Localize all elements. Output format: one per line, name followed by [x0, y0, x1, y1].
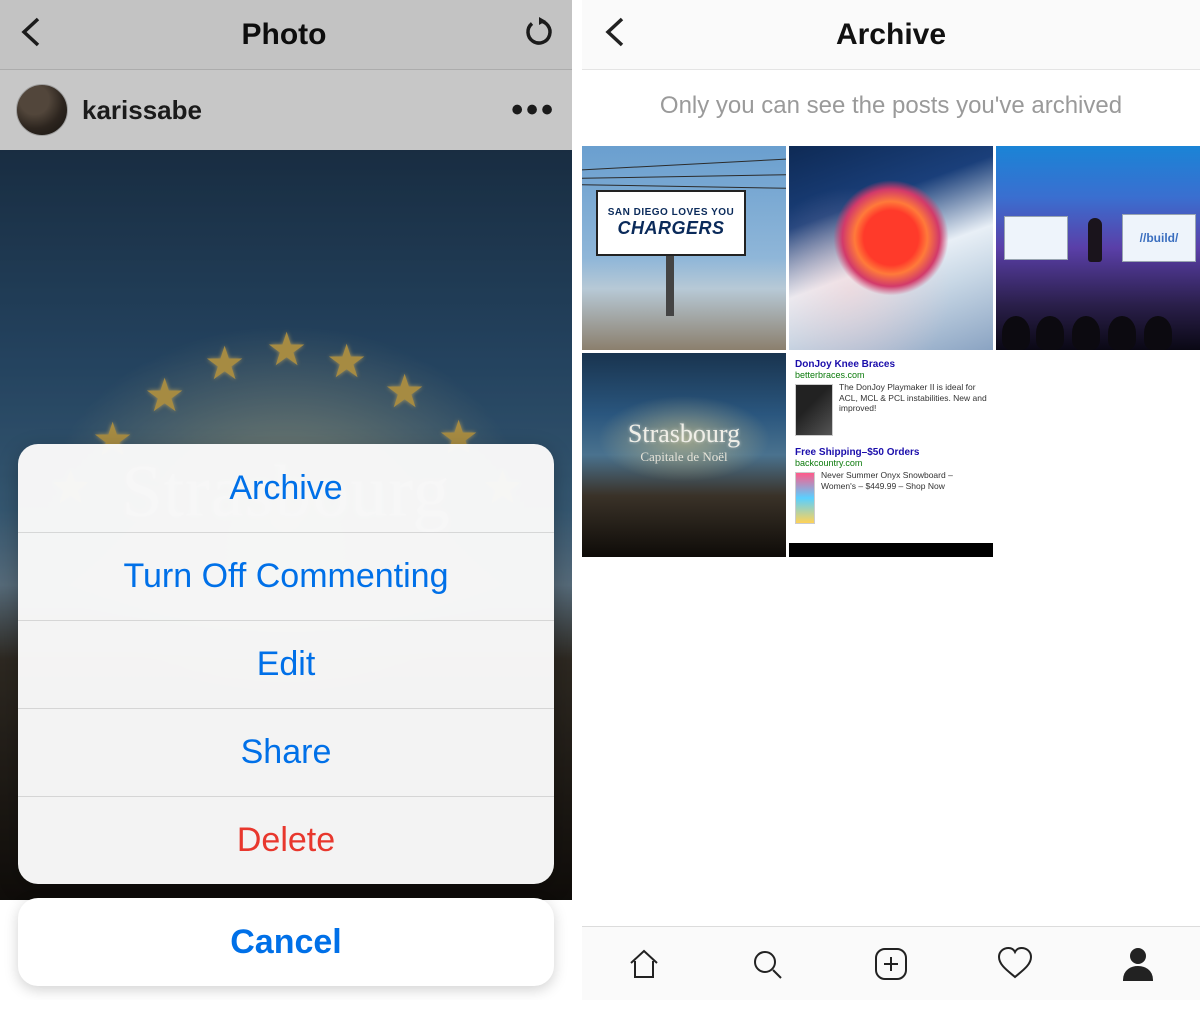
archive-thumb[interactable] [789, 146, 993, 350]
ad-title: Free Shipping–$50 Orders [795, 447, 987, 458]
archive-grid: SAN DIEGO LOVES YOU CHARGERS //build/ [582, 146, 1200, 557]
action-sheet: Archive Turn Off Commenting Edit Share D… [18, 444, 554, 986]
ad-title: DonJoy Knee Braces [795, 359, 987, 370]
edit-button[interactable]: Edit [18, 620, 554, 708]
archive-button[interactable]: Archive [18, 444, 554, 532]
delete-button[interactable]: Delete [18, 796, 554, 884]
archive-header-title: Archive [582, 18, 1200, 52]
billboard-graphic: SAN DIEGO LOVES YOU CHARGERS [596, 190, 746, 256]
archive-thumb[interactable]: Strasbourg Capitale de Noël [582, 353, 786, 557]
cancel-button[interactable]: Cancel [18, 898, 554, 986]
ad-desc: Never Summer Onyx Snowboard – Women's – … [821, 470, 987, 491]
search-icon[interactable] [747, 944, 787, 984]
home-icon[interactable] [624, 944, 664, 984]
archive-hint-text: Only you can see the posts you've archiv… [582, 70, 1200, 146]
archive-thumb[interactable]: //build/ [996, 146, 1200, 350]
thumb-overlay-text: Strasbourg [582, 419, 786, 449]
stage-screen-text: //build/ [1140, 231, 1179, 245]
bottom-nav [582, 926, 1200, 1000]
archive-screen: Archive Only you can see the posts you'v… [582, 0, 1200, 1000]
photo-screen: Photo karissabe ••• ★ ★ ★ ★ [0, 0, 582, 1000]
action-sheet-group: Archive Turn Off Commenting Edit Share D… [18, 444, 554, 884]
activity-heart-icon[interactable] [995, 944, 1035, 984]
ad-url: betterbraces.com [795, 370, 987, 380]
billboard-line2: CHARGERS [617, 218, 724, 239]
profile-icon[interactable] [1118, 944, 1158, 984]
share-button[interactable]: Share [18, 708, 554, 796]
archive-thumb[interactable]: SAN DIEGO LOVES YOU CHARGERS [582, 146, 786, 350]
ad-desc: The DonJoy Playmaker II is ideal for ACL… [839, 382, 987, 414]
archive-topbar: Archive [582, 0, 1200, 70]
archive-thumb[interactable]: DonJoy Knee Braces betterbraces.com The … [789, 353, 993, 557]
turn-off-commenting-button[interactable]: Turn Off Commenting [18, 532, 554, 620]
billboard-line1: SAN DIEGO LOVES YOU [608, 207, 735, 218]
thumb-overlay-subtext: Capitale de Noël [582, 449, 786, 465]
ad-url: backcountry.com [795, 458, 987, 468]
new-post-icon[interactable] [871, 944, 911, 984]
